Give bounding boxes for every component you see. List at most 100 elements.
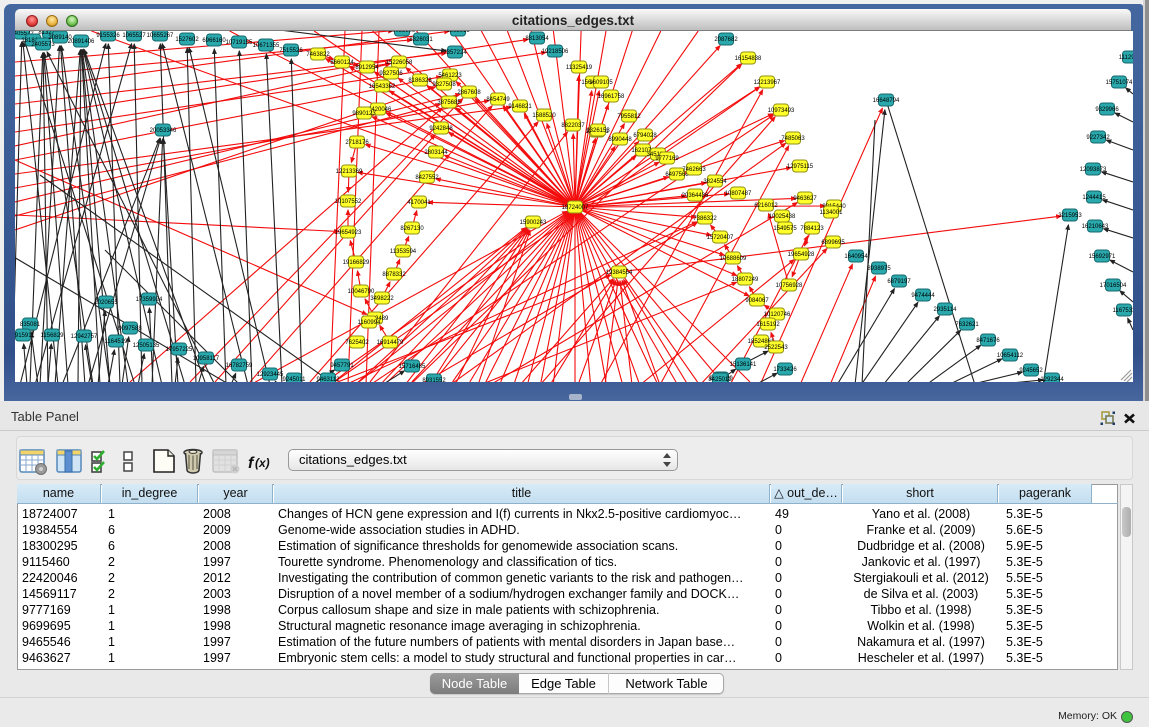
svg-text:8326031: 8326031 bbox=[409, 37, 433, 43]
svg-text:2718176: 2718176 bbox=[345, 140, 369, 146]
svg-text:6216012: 6216012 bbox=[754, 203, 778, 209]
svg-text:8822037: 8822037 bbox=[561, 123, 585, 129]
svg-text:8471676: 8471676 bbox=[976, 338, 1000, 344]
svg-text:2522543: 2522543 bbox=[764, 345, 788, 351]
svg-text:9146821: 9146821 bbox=[508, 104, 532, 110]
svg-text:8425012: 8425012 bbox=[708, 377, 732, 382]
svg-text:8813054: 8813054 bbox=[525, 36, 549, 42]
svg-text:1156829: 1156829 bbox=[41, 333, 65, 339]
svg-text:7485063: 7485063 bbox=[781, 136, 805, 142]
svg-text:6794028: 6794028 bbox=[633, 133, 657, 139]
svg-text:10807487: 10807487 bbox=[725, 191, 752, 197]
svg-text:2020655: 2020655 bbox=[94, 300, 118, 306]
svg-text:9227342: 9227342 bbox=[1086, 135, 1110, 141]
svg-text:18807249: 18807249 bbox=[732, 277, 759, 283]
svg-text:7463822: 7463822 bbox=[306, 52, 330, 58]
svg-text:8912954: 8912954 bbox=[355, 65, 379, 71]
svg-text:7955812: 7955812 bbox=[617, 114, 641, 120]
svg-text:(x): (x) bbox=[255, 456, 270, 470]
svg-text:7632621: 7632621 bbox=[955, 322, 979, 328]
svg-text:16210643: 16210643 bbox=[1082, 224, 1109, 230]
svg-text:9463112: 9463112 bbox=[317, 377, 341, 382]
svg-text:3498222: 3498222 bbox=[370, 296, 394, 302]
svg-text:15226058: 15226058 bbox=[386, 60, 413, 66]
svg-text:15136141: 15136141 bbox=[730, 362, 757, 368]
svg-text:6899695: 6899695 bbox=[821, 240, 845, 246]
svg-text:15900243: 15900243 bbox=[520, 220, 547, 226]
svg-text:1527602: 1527602 bbox=[175, 37, 199, 43]
svg-text:9084067: 9084067 bbox=[745, 298, 769, 304]
svg-text:20891406: 20891406 bbox=[68, 39, 95, 45]
svg-text:19166829: 19166829 bbox=[343, 260, 370, 266]
svg-text:9457791: 9457791 bbox=[330, 363, 354, 369]
svg-text:7515526: 7515526 bbox=[279, 48, 303, 54]
svg-text:7462663: 7462663 bbox=[682, 167, 706, 173]
svg-text:12975115: 12975115 bbox=[787, 164, 814, 170]
svg-text:10958117: 10958117 bbox=[193, 356, 220, 362]
svg-text:1112976: 1112976 bbox=[1119, 55, 1133, 61]
svg-text:1160994: 1160994 bbox=[358, 320, 382, 326]
svg-text:10688609: 10688609 bbox=[720, 256, 747, 262]
svg-text:16154838: 16154838 bbox=[735, 56, 762, 62]
svg-text:10654112: 10654112 bbox=[997, 353, 1024, 359]
svg-text:8990448: 8990448 bbox=[608, 137, 632, 143]
svg-text:1292344: 1292344 bbox=[1040, 377, 1064, 382]
svg-text:10025438: 10025438 bbox=[769, 214, 796, 220]
svg-text:9463627: 9463627 bbox=[793, 196, 817, 202]
svg-text:3824554: 3824554 bbox=[703, 179, 727, 185]
svg-text:12213967: 12213967 bbox=[754, 80, 781, 86]
svg-text:6879197: 6879197 bbox=[887, 279, 911, 285]
svg-text:7625402: 7625402 bbox=[345, 340, 369, 346]
svg-text:8427552: 8427552 bbox=[415, 175, 439, 181]
svg-text:12942757: 12942757 bbox=[71, 334, 98, 340]
svg-text:9245652: 9245652 bbox=[1019, 368, 1043, 374]
svg-text:2405573: 2405573 bbox=[31, 42, 55, 48]
svg-text:1134001: 1134001 bbox=[820, 210, 844, 216]
svg-text:16961758: 16961758 bbox=[598, 94, 625, 100]
svg-text:9777169: 9777169 bbox=[655, 156, 679, 162]
svg-text:1609105: 1609105 bbox=[589, 80, 613, 86]
svg-text:2935114: 2935114 bbox=[934, 307, 958, 313]
svg-text:17359924: 17359924 bbox=[136, 297, 163, 303]
svg-text:17016504: 17016504 bbox=[1100, 283, 1127, 289]
svg-text:16648794: 16648794 bbox=[873, 98, 900, 104]
svg-text:9474444: 9474444 bbox=[911, 293, 935, 299]
svg-text:11353594: 11353594 bbox=[390, 249, 417, 255]
svg-text:16782759: 16782759 bbox=[226, 363, 253, 369]
svg-text:1549575: 1549575 bbox=[773, 226, 797, 232]
svg-text:10719155: 10719155 bbox=[226, 40, 253, 46]
svg-text:1065527: 1065527 bbox=[122, 33, 146, 39]
svg-text:835081: 835081 bbox=[20, 322, 41, 328]
svg-text:9242848: 9242848 bbox=[429, 126, 453, 132]
svg-text:20053346: 20053346 bbox=[150, 128, 177, 134]
svg-text:12093873: 12093873 bbox=[1080, 167, 1107, 173]
svg-text:10107552: 10107552 bbox=[335, 199, 362, 205]
svg-text:1164519: 1164519 bbox=[105, 339, 129, 345]
svg-text:19218506: 19218506 bbox=[542, 49, 569, 55]
svg-text:7357224: 7357224 bbox=[443, 50, 467, 56]
svg-text:8938975: 8938975 bbox=[867, 266, 891, 272]
svg-text:12505135: 12505135 bbox=[133, 343, 160, 349]
svg-text:10046790: 10046790 bbox=[348, 289, 375, 295]
svg-text:1588520: 1588520 bbox=[532, 113, 556, 119]
svg-text:1362615: 1362615 bbox=[446, 31, 470, 34]
svg-text:10655267: 10655267 bbox=[147, 33, 174, 39]
svg-text:10671355: 10671355 bbox=[253, 43, 280, 49]
svg-text:1244415: 1244415 bbox=[1082, 195, 1106, 201]
svg-text:3915911: 3915911 bbox=[15, 333, 35, 339]
svg-text:15720407: 15720407 bbox=[707, 235, 734, 241]
svg-text:6966160: 6966160 bbox=[202, 38, 226, 44]
svg-text:9329966: 9329966 bbox=[1095, 107, 1119, 113]
svg-text:8878332: 8878332 bbox=[382, 272, 406, 278]
svg-text:15751074: 15751074 bbox=[1106, 80, 1133, 86]
svg-text:16914479: 16914479 bbox=[377, 340, 404, 346]
svg-text:1167533: 1167533 bbox=[1113, 308, 1133, 314]
svg-text:1640954: 1640954 bbox=[844, 254, 868, 260]
svg-text:18724007: 18724007 bbox=[562, 205, 589, 211]
svg-text:7386322: 7386322 bbox=[693, 216, 717, 222]
svg-text:3875685: 3875685 bbox=[437, 100, 461, 106]
svg-text:9155326: 9155326 bbox=[96, 33, 120, 39]
svg-text:9890123: 9890123 bbox=[352, 111, 376, 117]
svg-text:19654923: 19654923 bbox=[335, 230, 362, 236]
svg-text:9097588: 9097588 bbox=[118, 326, 142, 332]
